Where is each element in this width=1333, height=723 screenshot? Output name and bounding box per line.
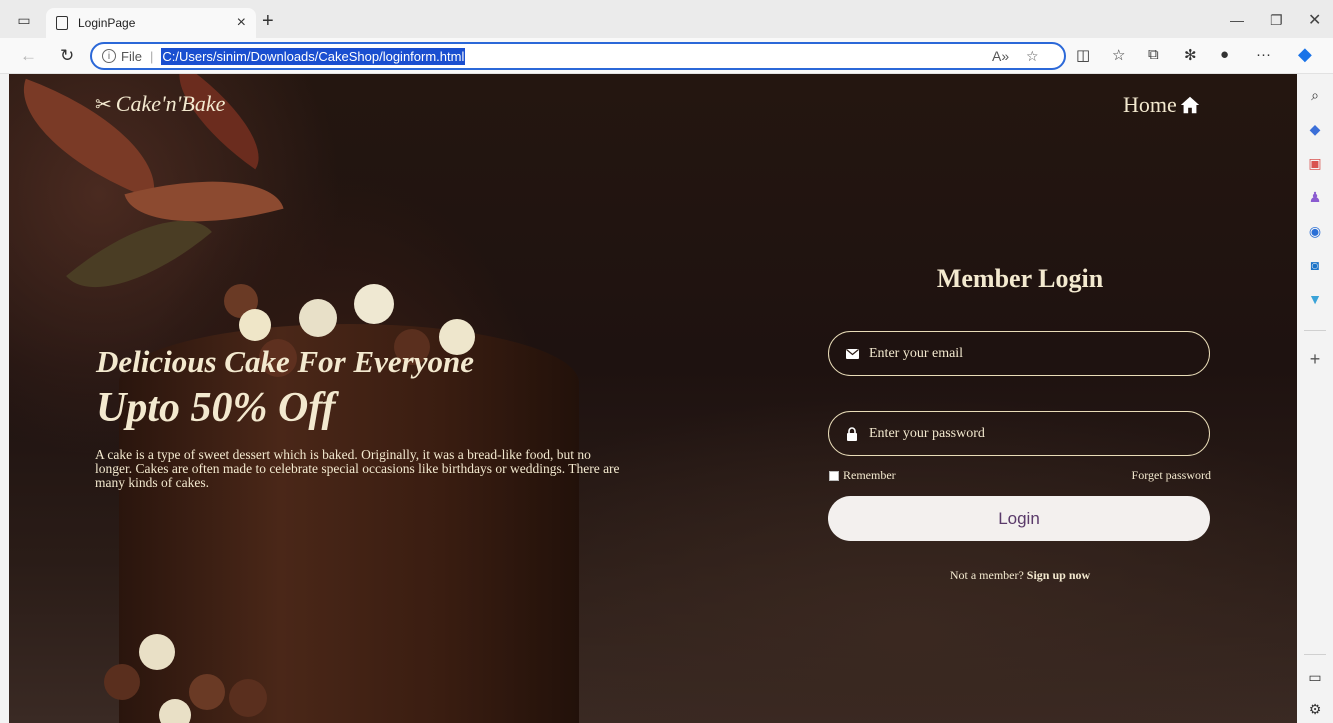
signup-link[interactable]: Sign up now: [1027, 568, 1090, 582]
chocolate-ball: [299, 299, 337, 337]
chocolate-ball: [159, 699, 191, 723]
more-icon[interactable]: ···: [1256, 46, 1271, 63]
collections-icon[interactable]: ⧉: [1148, 46, 1159, 63]
hero-description: A cake is a type of sweet dessert which …: [95, 447, 620, 490]
profile-icon[interactable]: ●: [1220, 46, 1229, 63]
url-separator: |: [149, 48, 154, 64]
back-icon[interactable]: ←: [20, 46, 37, 66]
sidebar-divider: [1304, 654, 1326, 655]
hide-sidebar-icon[interactable]: ▭: [1306, 668, 1324, 686]
password-field[interactable]: [828, 411, 1210, 456]
drop-icon[interactable]: ▼: [1306, 290, 1324, 308]
address-bar-row: ← ↻ i File | C:/Users/sinim/Downloads/Ca…: [0, 38, 1333, 74]
envelope-icon: [845, 347, 859, 361]
close-tab-icon[interactable]: ×: [237, 14, 246, 32]
remember-label: Remember: [843, 468, 896, 482]
tools-icon[interactable]: ▣: [1306, 154, 1324, 172]
url-text[interactable]: C:/Users/sinim/Downloads/CakeShop/loginf…: [161, 47, 466, 65]
page-icon: [56, 16, 68, 30]
remember-checkbox[interactable]: [829, 470, 839, 481]
login-title: Member Login: [936, 264, 1104, 293]
lock-icon: [845, 426, 859, 441]
settings-gear-icon[interactable]: ⚙: [1306, 700, 1324, 718]
extensions-icon[interactable]: ✻: [1184, 46, 1197, 64]
split-screen-icon[interactable]: ◫: [1076, 46, 1090, 64]
home-link[interactable]: Home: [1123, 92, 1201, 118]
hero-headline: Delicious Cake For Everyone: [96, 344, 474, 379]
browser-tab[interactable]: LoginPage ×: [46, 8, 256, 38]
new-tab-button[interactable]: +: [262, 10, 274, 33]
shopping-tag-icon[interactable]: ◆: [1306, 120, 1324, 138]
favorite-star-icon[interactable]: ☆: [1026, 48, 1039, 65]
close-window-icon[interactable]: ✕: [1308, 10, 1321, 30]
office-icon[interactable]: ◉: [1306, 222, 1324, 240]
games-icon[interactable]: ♟: [1306, 188, 1324, 206]
home-label: Home: [1123, 92, 1177, 117]
signup-row: Not a member? Sign up now: [829, 568, 1211, 583]
logo-text: Cake'n'Bake: [115, 91, 226, 116]
password-input[interactable]: [869, 425, 1189, 442]
chocolate-ball: [239, 309, 271, 341]
refresh-icon[interactable]: ↻: [60, 46, 74, 66]
chocolate-ball: [229, 679, 267, 717]
not-member-text: Not a member?: [949, 568, 1024, 582]
tab-actions-icon[interactable]: ▭: [14, 11, 34, 29]
info-icon[interactable]: i: [102, 49, 116, 63]
favorites-icon[interactable]: ☆: [1112, 46, 1125, 64]
chocolate-ball: [189, 674, 225, 710]
utensils-icon: ✂: [95, 93, 112, 116]
site-logo[interactable]: ✂ Cake'n'Bake: [95, 91, 225, 117]
sidebar-divider: [1304, 330, 1326, 331]
login-button[interactable]: Login: [828, 496, 1210, 541]
copilot-icon[interactable]: ◆: [1298, 44, 1312, 65]
chocolate-ball: [139, 634, 175, 670]
chocolate-ball: [104, 664, 140, 700]
browser-tab-bar: ▭ LoginPage × + — ❐ ✕: [0, 0, 1333, 38]
url-field[interactable]: i File | C:/Users/sinim/Downloads/CakeSh…: [90, 42, 1066, 70]
leaf-decoration: [156, 74, 282, 170]
hero-offer: Upto 50% Off: [96, 385, 336, 431]
email-field[interactable]: [828, 331, 1210, 376]
add-sidebar-icon[interactable]: +: [1306, 349, 1324, 369]
outlook-icon[interactable]: ◙: [1306, 256, 1324, 274]
email-input[interactable]: [869, 345, 1189, 362]
edge-sidebar: ⌕ ◆ ▣ ♟ ◉ ◙ ▼ + ▭ ⚙: [1297, 74, 1333, 723]
forget-password-link[interactable]: Forget password: [1119, 468, 1211, 483]
restore-icon[interactable]: ❐: [1270, 12, 1283, 29]
read-aloud-icon[interactable]: A»: [992, 48, 1009, 64]
home-icon: [1180, 96, 1199, 114]
minimize-icon[interactable]: —: [1230, 12, 1244, 28]
remember-option[interactable]: Remember: [829, 468, 896, 483]
chocolate-ball: [354, 284, 394, 324]
search-icon[interactable]: ⌕: [1306, 86, 1324, 104]
login-page: ✂ Cake'n'Bake Home Delicious Cake For Ev…: [9, 74, 1297, 723]
file-label: File: [121, 48, 142, 64]
tab-title: LoginPage: [78, 16, 136, 30]
